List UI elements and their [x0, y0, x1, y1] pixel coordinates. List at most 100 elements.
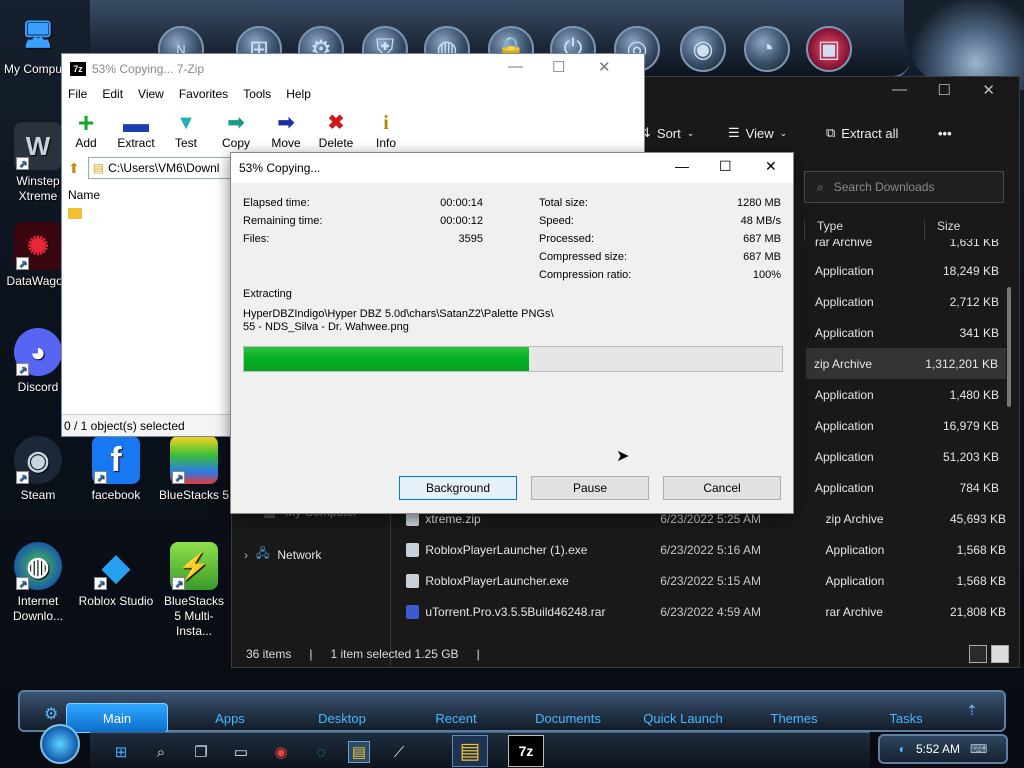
list-item[interactable]: uTorrent.Pro.v3.5.5Build46248.rar 6/23/2…: [406, 596, 1006, 627]
table-row[interactable]: Application 784 KB: [807, 472, 1007, 503]
start-orb-icon[interactable]: [40, 724, 80, 764]
close-button[interactable]: ✕: [598, 58, 611, 76]
pause-button[interactable]: Pause: [531, 476, 649, 500]
desktop-icon-bluestacks-multi[interactable]: ⚡ ↗ BlueStacks 5 Multi-Insta...: [152, 542, 236, 639]
file-explorer-icon[interactable]: ▤: [348, 741, 370, 763]
delete-button[interactable]: ✖ Delete: [318, 110, 354, 150]
sort-button[interactable]: ⇅ Sort ⌄: [640, 125, 694, 141]
maximize-button[interactable]: ☐: [552, 58, 565, 76]
table-row[interactable]: Application 2,712 KB: [807, 286, 1007, 317]
edge-icon[interactable]: ◌: [310, 741, 332, 763]
file-size: 2,712 KB: [949, 294, 999, 309]
taskbar: ⊞ ⌕ ❐ ▭ ◉ ◌ ▤ ⟋ ▤ 7z: [90, 732, 870, 768]
table-row[interactable]: Application 341 KB: [807, 317, 1007, 348]
operation-label: Extracting: [243, 288, 292, 300]
cancel-button[interactable]: Cancel: [663, 476, 781, 500]
nav-network[interactable]: › 🖧 Network: [244, 544, 321, 565]
desktop-icon-facebook[interactable]: f ↗ facebook: [74, 436, 158, 503]
camera-icon[interactable]: ◉: [680, 26, 726, 72]
table-row[interactable]: Application 51,203 KB: [807, 441, 1007, 472]
more-options-button[interactable]: •••: [938, 126, 952, 141]
folder-icon[interactable]: [68, 208, 82, 219]
file-type: zip Archive: [825, 511, 884, 526]
table-row[interactable]: rar Archive 1,631 KB: [807, 239, 1007, 249]
table-row[interactable]: Application 16,979 KB: [807, 410, 1007, 441]
table-row-selected[interactable]: zip Archive 1,312,201 KB: [806, 348, 1006, 379]
close-button[interactable]: ✕: [982, 81, 995, 99]
tab-themes[interactable]: Themes: [744, 703, 844, 733]
table-row[interactable]: Application 1,480 KB: [807, 379, 1007, 410]
gear-icon[interactable]: ⚙: [44, 704, 58, 724]
extract-all-icon: ⧉: [826, 125, 836, 140]
tool-icon[interactable]: ⟋: [388, 741, 410, 763]
menu-edit[interactable]: Edit: [102, 87, 123, 101]
extract-all-button[interactable]: ⧉ Extract all: [826, 125, 898, 141]
search-icon[interactable]: ⌕: [150, 741, 172, 763]
move-button[interactable]: ➡ Move: [268, 110, 304, 150]
desktop-icon-idm[interactable]: ◍ ↗ Internet Downlo...: [0, 542, 80, 624]
file-type: Application: [825, 542, 885, 557]
minimize-button[interactable]: —: [675, 158, 689, 174]
search-input[interactable]: ⌕ Search Downloads: [804, 171, 1004, 203]
chrome-icon[interactable]: ◉: [270, 741, 292, 763]
shortcut-arrow-icon: ↗: [16, 471, 29, 484]
task-view-icon[interactable]: ❐: [190, 741, 212, 763]
close-button[interactable]: ✕: [765, 158, 777, 175]
list-item[interactable]: RobloxPlayerLauncher.exe 6/23/2022 5:15 …: [406, 565, 1006, 596]
table-row[interactable]: Application 18,249 KB: [807, 255, 1007, 286]
remaining-time-value: 00:00:12: [440, 215, 483, 227]
selection-status: 0 / 1 object(s) selected: [64, 418, 185, 433]
menu-view[interactable]: View: [138, 87, 164, 101]
tiles-view-button[interactable]: [991, 645, 1009, 663]
clock[interactable]: ◐ 5:52 AM ⌨: [878, 734, 1008, 764]
menu-file[interactable]: File: [68, 87, 87, 101]
tab-quick-launch[interactable]: Quick Launch: [628, 703, 738, 733]
minimize-button[interactable]: —: [508, 58, 523, 75]
maximize-button[interactable]: ☐: [938, 81, 951, 99]
menu-help[interactable]: Help: [286, 87, 311, 101]
color-icon[interactable]: ▣: [806, 26, 852, 72]
progress-bar-fill: [244, 347, 530, 371]
menu-favorites[interactable]: Favorites: [179, 87, 228, 101]
column-header-size[interactable]: Size: [924, 219, 1014, 241]
copy-button[interactable]: ➡ Copy: [218, 110, 254, 150]
tab-documents[interactable]: Documents: [518, 703, 618, 733]
speedometer-icon[interactable]: ◔: [744, 26, 790, 72]
extract-button[interactable]: ▬ Extract: [117, 110, 154, 150]
test-label: Test: [174, 136, 197, 150]
tab-recent[interactable]: Recent: [406, 703, 506, 733]
windows-start-icon[interactable]: ⊞: [110, 741, 132, 763]
progress-dialog[interactable]: 53% Copying... — ☐ ✕ Elapsed time: 00:00…: [230, 152, 794, 514]
clock-time: 5:52 AM: [915, 742, 960, 756]
add-button[interactable]: + Add: [68, 109, 104, 151]
maximize-button[interactable]: ☐: [719, 158, 732, 175]
7zip-taskbar-icon[interactable]: 7z: [508, 735, 544, 767]
info-button[interactable]: i Info: [368, 110, 404, 150]
view-button[interactable]: ☰ View ⌄: [728, 125, 787, 141]
tab-tasks[interactable]: Tasks: [856, 703, 956, 733]
tab-apps[interactable]: Apps: [180, 703, 280, 733]
menu-tools[interactable]: Tools: [243, 87, 271, 101]
desktop-icon-roblox-studio[interactable]: ◆ ↗ Roblox Studio: [74, 542, 158, 609]
explorer-taskbar-icon[interactable]: ▤: [452, 735, 488, 767]
chat-icon[interactable]: ▭: [230, 741, 252, 763]
roblox-studio-icon: ◆ ↗: [92, 542, 140, 590]
minimize-button[interactable]: —: [892, 81, 907, 98]
background-button[interactable]: Background: [399, 476, 517, 500]
shortcut-arrow-icon: ↗: [16, 363, 29, 376]
toolbar: + Add ▬ Extract ▼ Test ➡ Copy ➡ Move ✖ D…: [62, 104, 644, 152]
internet-download-manager-icon: ◍ ↗: [14, 542, 62, 590]
details-view-button[interactable]: [969, 645, 987, 663]
tab-desktop[interactable]: Desktop: [292, 703, 392, 733]
scrollbar-thumb[interactable]: [1007, 287, 1011, 407]
list-item[interactable]: RobloxPlayerLauncher (1).exe 6/23/2022 5…: [406, 534, 1006, 565]
tab-main[interactable]: Main: [66, 703, 168, 733]
test-button[interactable]: ▼ Test: [168, 110, 204, 150]
file-list[interactable]: Name: [62, 184, 232, 404]
desktop-icon-bluestacks[interactable]: ↗ BlueStacks 5: [152, 436, 236, 503]
pin-icon[interactable]: ⇡: [966, 702, 978, 719]
desktop-icon-steam[interactable]: ◉ ↗ Steam: [0, 436, 80, 503]
folder-up-icon[interactable]: ⬆: [68, 160, 80, 177]
column-header-name[interactable]: Name: [62, 184, 232, 206]
column-header-type[interactable]: Type: [804, 219, 924, 241]
